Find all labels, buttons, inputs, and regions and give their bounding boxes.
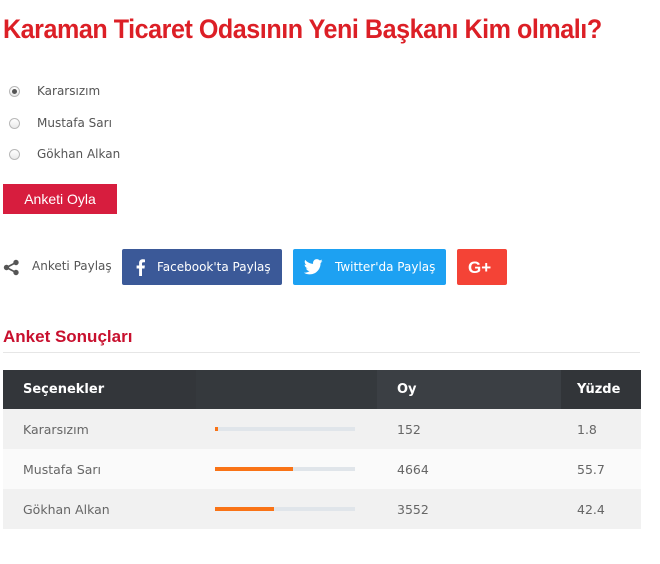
results-row: Kararsızım 152 1.8: [3, 409, 641, 449]
twitter-icon: [304, 259, 323, 275]
result-option: Gökhan Alkan: [3, 489, 196, 529]
result-option: Mustafa Sarı: [3, 449, 196, 489]
results-row: Mustafa Sarı 4664 55.7: [3, 449, 641, 489]
poll-option-gokhan-alkan[interactable]: Gökhan Alkan: [9, 145, 120, 163]
result-votes: 4664: [377, 449, 561, 489]
google-plus-label: G+: [468, 258, 491, 276]
header-percent: Yüzde: [561, 370, 641, 409]
google-plus-icon: G+: [468, 258, 491, 276]
result-percent: 42.4: [561, 489, 641, 529]
results-heading: Anket Sonuçları: [3, 327, 133, 346]
poll-title: Karaman Ticaret Odasının Yeni Başkanı Ki…: [3, 14, 602, 44]
poll-option-label: Gökhan Alkan: [37, 147, 121, 161]
results-divider: [3, 352, 640, 353]
share-label: Anketi Paylaş: [32, 259, 112, 273]
progress-bar: [215, 507, 355, 511]
header-options: Seçenekler: [3, 370, 196, 409]
results-header-row: Seçenekler Oy Yüzde: [3, 370, 641, 409]
result-percent: 1.8: [561, 409, 641, 449]
radio-button[interactable]: [9, 148, 20, 160]
progress-bar-fill: [215, 427, 218, 431]
radio-selected-dot: [12, 88, 17, 94]
poll-option-label: Kararsızım: [37, 84, 101, 98]
result-votes: 3552: [377, 489, 561, 529]
facebook-icon: [136, 259, 145, 276]
google-plus-share-button[interactable]: G+: [457, 249, 507, 285]
poll-option-label: Mustafa Sarı: [37, 116, 112, 130]
results-row: Gökhan Alkan 3552 42.4: [3, 489, 641, 529]
progress-bar-fill: [215, 507, 275, 511]
twitter-share-label: Twitter'da Paylaş: [335, 260, 436, 274]
progress-bar: [215, 427, 355, 431]
header-bar: [196, 370, 377, 409]
result-votes: 152: [377, 409, 561, 449]
header-votes: Oy: [377, 370, 561, 409]
result-option: Kararsızım: [3, 409, 196, 449]
progress-bar: [215, 467, 355, 471]
facebook-share-label: Facebook'ta Paylaş: [157, 260, 271, 274]
result-percent: 55.7: [561, 449, 641, 489]
poll-option-mustafa-sari[interactable]: Mustafa Sarı: [9, 114, 112, 132]
radio-button[interactable]: [9, 85, 20, 97]
twitter-share-button[interactable]: Twitter'da Paylaş: [293, 249, 446, 285]
vote-button[interactable]: Anketi Oyla: [3, 184, 117, 214]
poll-option-kararsizim[interactable]: Kararsızım: [9, 82, 100, 100]
radio-button[interactable]: [9, 117, 20, 129]
facebook-share-button[interactable]: Facebook'ta Paylaş: [122, 249, 282, 285]
results-table: Seçenekler Oy Yüzde Kararsızım 152 1.8 M…: [3, 370, 641, 529]
progress-bar-fill: [215, 467, 293, 471]
share-icon: [3, 259, 19, 276]
